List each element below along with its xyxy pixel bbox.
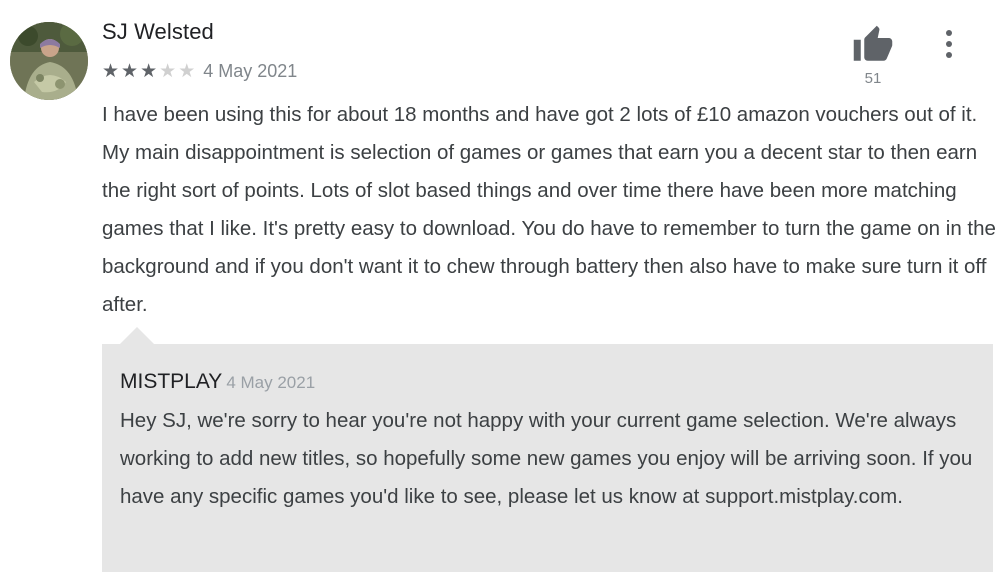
avatar[interactable] xyxy=(10,22,88,100)
star-empty-icon: ★ xyxy=(178,60,196,82)
star-empty-icon: ★ xyxy=(159,60,177,82)
developer-name: MISTPLAY xyxy=(120,370,223,393)
developer-reply: MISTPLAY 4 May 2021 Hey SJ, we're sorry … xyxy=(102,344,993,572)
helpful-count: 51 xyxy=(864,70,882,87)
review-author: SJ Welsted xyxy=(102,19,214,44)
more-vert-icon[interactable] xyxy=(936,30,962,62)
reply-header: MISTPLAY 4 May 2021 xyxy=(120,370,315,394)
star-rating: ★ ★ ★ ★ ★ xyxy=(102,62,197,81)
thumbs-up-icon[interactable] xyxy=(852,24,894,66)
reply-text: Hey SJ, we're sorry to hear you're not h… xyxy=(120,409,973,508)
reply-pointer xyxy=(120,327,154,344)
review-text: I have been using this for about 18 mont… xyxy=(102,103,996,316)
star-filled-icon: ★ xyxy=(140,60,158,82)
reply-date: 4 May 2021 xyxy=(226,373,316,392)
review-date: 4 May 2021 xyxy=(203,60,298,81)
rating-row: ★ ★ ★ ★ ★ 4 May 2021 xyxy=(102,58,297,84)
star-filled-icon: ★ xyxy=(102,60,120,82)
star-filled-icon: ★ xyxy=(121,60,139,82)
review-card: SJ Welsted ★ ★ ★ ★ ★ 4 May 2021 51 I have be… xyxy=(0,0,1000,577)
